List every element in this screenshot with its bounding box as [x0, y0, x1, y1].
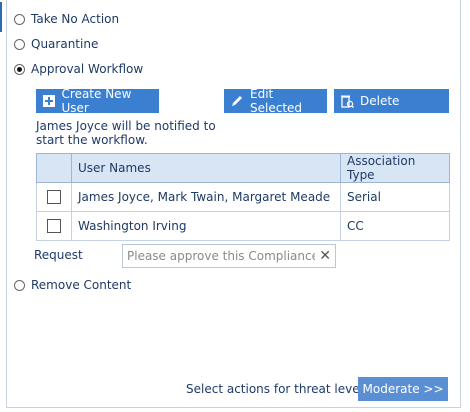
delete-label: Delete — [360, 94, 400, 108]
clear-icon[interactable]: ✕ — [319, 248, 331, 264]
option-remove-content-label: Remove Content — [31, 278, 132, 292]
radio-approval-workflow[interactable] — [14, 63, 25, 75]
row-user-names: Washington Irving — [71, 211, 341, 241]
table-header-row: User Names Association Type — [36, 153, 450, 183]
header-select — [36, 153, 72, 183]
option-remove-content[interactable]: Remove Content — [14, 278, 131, 292]
delete-button[interactable]: Delete — [334, 89, 449, 113]
option-take-no-action-label: Take No Action — [31, 12, 120, 26]
threat-level-label: Select actions for threat level : — [186, 382, 371, 396]
row-checkbox[interactable] — [47, 190, 61, 205]
row-association-type: CC — [340, 211, 450, 241]
option-approval-workflow-label: Approval Workflow — [31, 62, 144, 76]
pencil-icon — [230, 94, 244, 108]
users-table: User Names Association Type James Joyce,… — [36, 153, 450, 241]
row-checkbox[interactable] — [47, 219, 61, 234]
row-select-cell — [36, 182, 72, 212]
radio-quarantine[interactable] — [14, 38, 25, 50]
header-association-type[interactable]: Association Type — [340, 153, 450, 183]
row-association-type: Serial — [340, 182, 450, 212]
plus-icon — [42, 94, 56, 108]
row-user-names: James Joyce, Mark Twain, Margaret Meade — [71, 182, 341, 212]
option-quarantine[interactable]: Quarantine — [14, 37, 98, 51]
option-take-no-action[interactable]: Take No Action — [14, 12, 119, 26]
notify-text: James Joyce will be notified to start th… — [36, 119, 216, 147]
row-select-cell — [36, 211, 72, 241]
table-row[interactable]: James Joyce, Mark Twain, Margaret Meade … — [36, 182, 450, 212]
request-label: Request — [34, 248, 83, 262]
create-new-user-label: Create New User — [61, 87, 132, 115]
option-approval-workflow[interactable]: Approval Workflow — [14, 62, 143, 76]
radio-take-no-action[interactable] — [14, 13, 25, 25]
request-field[interactable]: Please approve this Compliance A ✕ — [122, 244, 336, 268]
create-new-user-button[interactable]: Create New User — [36, 87, 159, 115]
edit-selected-button[interactable]: Edit Selected — [224, 87, 327, 115]
option-quarantine-label: Quarantine — [31, 37, 99, 51]
edit-selected-label: Edit Selected — [250, 87, 303, 115]
request-value: Please approve this Compliance A — [127, 249, 315, 263]
header-user-names[interactable]: User Names — [71, 153, 341, 183]
delete-icon — [340, 94, 354, 108]
radio-remove-content[interactable] — [14, 279, 25, 291]
table-row[interactable]: Washington Irving CC — [36, 211, 450, 241]
active-indicator — [0, 2, 2, 32]
moderate-button[interactable]: Moderate >> — [358, 377, 448, 401]
